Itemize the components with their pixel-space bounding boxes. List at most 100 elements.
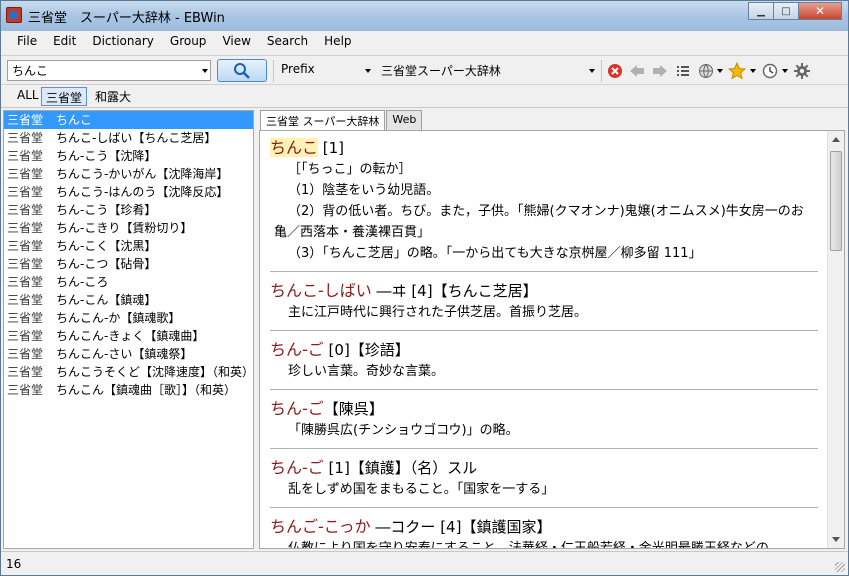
menu-help[interactable]: Help	[316, 31, 359, 53]
toolbar-separator	[273, 60, 274, 82]
entry-line: ［「ちっこ」の転か］	[288, 162, 412, 177]
list-item[interactable]: 三省堂 ちん-ころ	[4, 273, 253, 291]
list-item[interactable]: 三省堂 ちんこん-か【鎮魂歌】	[4, 309, 253, 327]
scroll-up-arrow-icon[interactable]	[832, 137, 840, 142]
minimize-button[interactable]: ▁	[748, 2, 774, 20]
entry-head-info: [0]【珍語】	[323, 341, 410, 359]
entry-head-info: [1]【鎮護】（名）スル	[323, 459, 478, 477]
dictionary-entry: ちん-ご [1]【鎮護】（名）スル 乱をしずめ国をまもること。「国家を一する」	[270, 457, 818, 508]
list-item[interactable]: 三省堂 ちんこ	[4, 111, 253, 129]
entry-head-info: 【陳呉】	[323, 400, 384, 418]
toolbar-separator	[601, 60, 602, 82]
menu-search[interactable]: Search	[259, 31, 316, 53]
maximize-button[interactable]: □	[773, 2, 799, 20]
dictionary-dropdown-icon[interactable]	[589, 69, 595, 73]
scroll-thumb[interactable]	[830, 151, 842, 251]
menu-group[interactable]: Group	[162, 31, 215, 53]
entry-line: 仏教により国を守り安泰にすること。法華経・仁王般若経・金光明最勝王経などの	[288, 541, 769, 549]
search-mode-select[interactable]: Prefix	[277, 61, 373, 80]
list-item[interactable]: 三省堂 ちんこう-はんのう【沈降反応】	[4, 183, 253, 201]
dictionary-select[interactable]: 三省堂スーパー大辞林	[377, 61, 599, 80]
menu-file[interactable]: File	[9, 31, 45, 53]
entry-headword[interactable]: ちん-ご	[270, 399, 324, 418]
entry-line: （1）陰茎をいう幼児語。	[288, 183, 440, 198]
web-globe-icon[interactable]	[697, 62, 715, 80]
dict-button-sanseido[interactable]: 三省堂	[41, 87, 88, 106]
favorites-dropdown-icon[interactable]	[750, 69, 756, 73]
entry-headword[interactable]: ちんこ	[270, 138, 319, 157]
favorites-star-icon[interactable]	[728, 62, 746, 80]
dict-button-all[interactable]: ALL	[13, 87, 43, 106]
content-tabs: 三省堂 スーパー大辞林 Web	[260, 110, 423, 131]
list-item[interactable]: 三省堂 ちんこ-しばい【ちんこ芝居】	[4, 129, 253, 147]
window-title: 三省堂 スーパー大辞林 - EBWin	[28, 11, 225, 26]
list-item[interactable]: 三省堂 ちんこん【鎮魂曲［歌］】（和英）	[4, 381, 253, 399]
status-bar: 16	[1, 551, 848, 575]
list-item[interactable]: 三省堂 ちんこうそくど【沈降速度】（和英）	[4, 363, 253, 381]
list-item[interactable]: 三省堂 ちん-こう【珍肴】	[4, 201, 253, 219]
scroll-down-arrow-icon[interactable]	[832, 537, 840, 542]
list-item[interactable]: 三省堂 ちん-こん【鎮魂】	[4, 291, 253, 309]
list-item[interactable]: 三省堂 ちん-こつ【砧骨】	[4, 255, 253, 273]
history-dropdown-icon[interactable]	[782, 69, 788, 73]
back-arrow-icon[interactable]	[628, 62, 646, 80]
tab-web[interactable]: Web	[386, 110, 423, 130]
entry-line: 乱をしずめ国をまもること。「国家を一する」	[288, 482, 555, 497]
entry-headword[interactable]: ちんこ-しばい	[270, 281, 372, 300]
entry-line: （2）背の低い者。ちび。また，子供。「熊婦(クマオンナ)鬼嬢(オニムスメ)牛女房…	[288, 204, 804, 219]
dict-button-warodai[interactable]: 和露大	[91, 87, 135, 106]
close-button[interactable]: ✕	[798, 2, 842, 20]
web-dropdown-icon[interactable]	[717, 69, 723, 73]
entry-headword[interactable]: ちん-ご	[270, 458, 324, 477]
entry-head-info: ―コクー [4]【鎮護国家】	[370, 518, 552, 536]
list-item[interactable]: 三省堂 ちん-こきり【賃粉切り】	[4, 219, 253, 237]
entry-line: 「陳勝呉広(チンショウゴコウ)」の略。	[288, 423, 519, 438]
search-button[interactable]	[217, 59, 267, 82]
list-item[interactable]: 三省堂 ちんこう-かいがん【沈降海岸】	[4, 165, 253, 183]
entry-line: 亀／西落本・養漢裸百貫」	[274, 225, 431, 240]
dictionary-value: 三省堂スーパー大辞林	[381, 64, 501, 78]
magnifier-icon	[234, 62, 250, 79]
search-input[interactable]	[7, 60, 211, 81]
dictionary-entry: ちん-ご [0]【珍語】 珍しい言葉。奇妙な言葉。	[270, 339, 818, 390]
app-logo-icon[interactable]	[6, 7, 22, 23]
list-item[interactable]: 三省堂 ちん-こく【沈黒】	[4, 237, 253, 255]
tab-sanseido[interactable]: 三省堂 スーパー大辞林	[260, 110, 386, 131]
title-bar[interactable]: 三省堂 スーパー大辞林 - EBWin ▁ □ ✕	[1, 1, 848, 31]
search-mode-dropdown-icon[interactable]	[365, 69, 371, 73]
vertical-scrollbar[interactable]	[827, 131, 844, 548]
menu-view[interactable]: View	[214, 31, 258, 53]
app-window: 三省堂 スーパー大辞林 - EBWin ▁ □ ✕ File Edit Dict…	[0, 0, 849, 576]
entry-line: （3）「ちんこ芝居」の略。「一から出ても大きな京桝屋／柳多留 111」	[288, 246, 702, 261]
entry-headword[interactable]: ちん-ご	[270, 340, 324, 359]
search-mode-value: Prefix	[281, 62, 315, 76]
dictionary-group-bar: ALL 三省堂 和露大	[1, 86, 848, 108]
entry-headword[interactable]: ちんご-こっか	[270, 517, 371, 536]
menu-bar: File Edit Dictionary Group View Search H…	[1, 31, 848, 53]
list-item[interactable]: 三省堂 ちんこん-きょく【鎮魂曲】	[4, 327, 253, 345]
settings-gear-icon[interactable]	[793, 62, 811, 80]
dictionary-entry: ちん-ご【陳呉】 「陳勝呉広(チンショウゴコウ)」の略。	[270, 398, 818, 449]
toolbar: Prefix 三省堂スーパー大辞林	[1, 55, 848, 85]
result-count: 16	[6, 557, 22, 571]
resize-grip-icon[interactable]	[835, 562, 845, 572]
history-clock-icon[interactable]	[761, 62, 779, 80]
list-item[interactable]: 三省堂 ちんこん-さい【鎮魂祭】	[4, 345, 253, 363]
menu-dictionary[interactable]: Dictionary	[84, 31, 162, 53]
stop-icon[interactable]	[606, 62, 624, 80]
definition-pane[interactable]: ちんこ [1] ［「ちっこ」の転か］ （1）陰茎をいう幼児語。 （2）背の低い者…	[259, 130, 845, 549]
dictionary-entry: ちんこ [1] ［「ちっこ」の転か］ （1）陰茎をいう幼児語。 （2）背の低い者…	[270, 137, 818, 272]
dictionary-entry: ちんこ-しばい ―ヰ [4]【ちんこ芝居】 主に江戸時代に興行された子供芝居。首…	[270, 280, 818, 331]
list-item[interactable]: 三省堂 ちん-こう【沈降】	[4, 147, 253, 165]
entry-head-info: ―ヰ [4]【ちんこ芝居】	[371, 282, 538, 300]
result-list[interactable]: 三省堂 ちんこ 三省堂 ちんこ-しばい【ちんこ芝居】 三省堂 ちん-こう【沈降】 三省…	[3, 110, 254, 549]
definition-content: ちんこ [1] ［「ちっこ」の転か］ （1）陰茎をいう幼児語。 （2）背の低い者…	[260, 131, 828, 549]
list-icon[interactable]	[674, 62, 692, 80]
forward-arrow-icon[interactable]	[651, 62, 669, 80]
menu-edit[interactable]: Edit	[45, 31, 84, 53]
entry-line: 主に江戸時代に興行された子供芝居。首振り芝居。	[288, 305, 588, 320]
dictionary-entry: ちんご-こっか ―コクー [4]【鎮護国家】 仏教により国を守り安泰にすること。…	[270, 516, 818, 549]
search-history-dropdown-icon[interactable]	[202, 69, 208, 73]
pane-splitter[interactable]	[254, 110, 258, 549]
entry-line: 珍しい言葉。奇妙な言葉。	[288, 364, 445, 379]
